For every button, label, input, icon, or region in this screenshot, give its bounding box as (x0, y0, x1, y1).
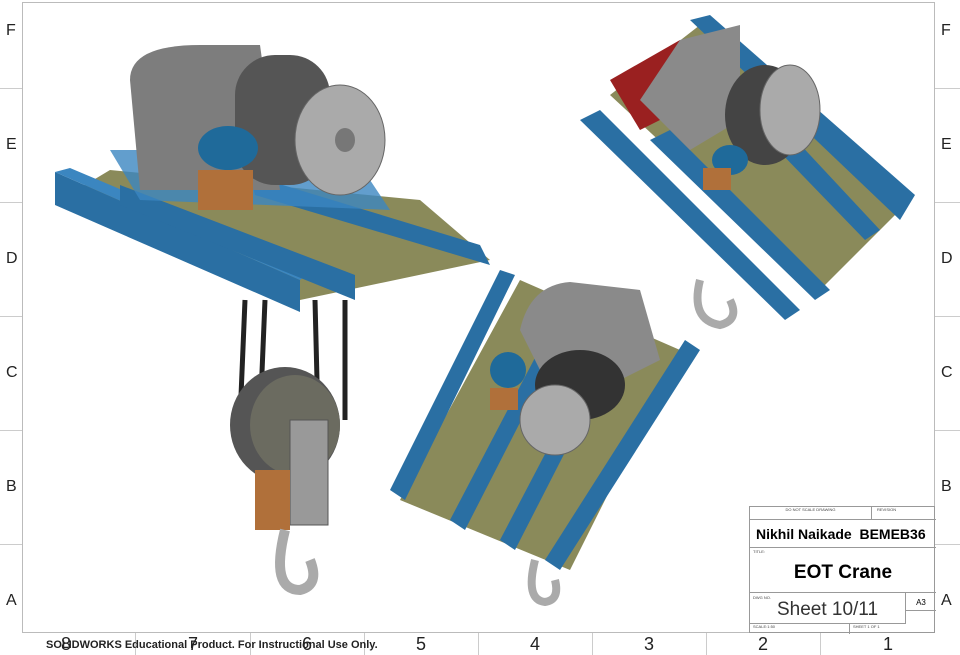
crane-view-bottom (390, 270, 700, 607)
do-not-scale-label: DO NOT SCALE DRAWING (750, 507, 872, 520)
author-name: Nikhil Naikade BEMEB36 (750, 520, 936, 548)
sheet-size: A3 (906, 593, 936, 611)
crane-view-top-right (580, 15, 915, 330)
scale-label: SCALE:1:50 (750, 624, 850, 634)
drawing-title: EOT Crane (750, 548, 936, 593)
title-block: DO NOT SCALE DRAWING REVISION Nikhil Nai… (749, 506, 936, 634)
dwg-number: Sheet 10/11 (750, 593, 906, 624)
revision-label: REVISION (872, 507, 936, 520)
watermark: SOLIDWORKS Educational Product. For Inst… (46, 639, 378, 651)
sheet-label: SHEET 1 OF 1 (853, 624, 880, 629)
